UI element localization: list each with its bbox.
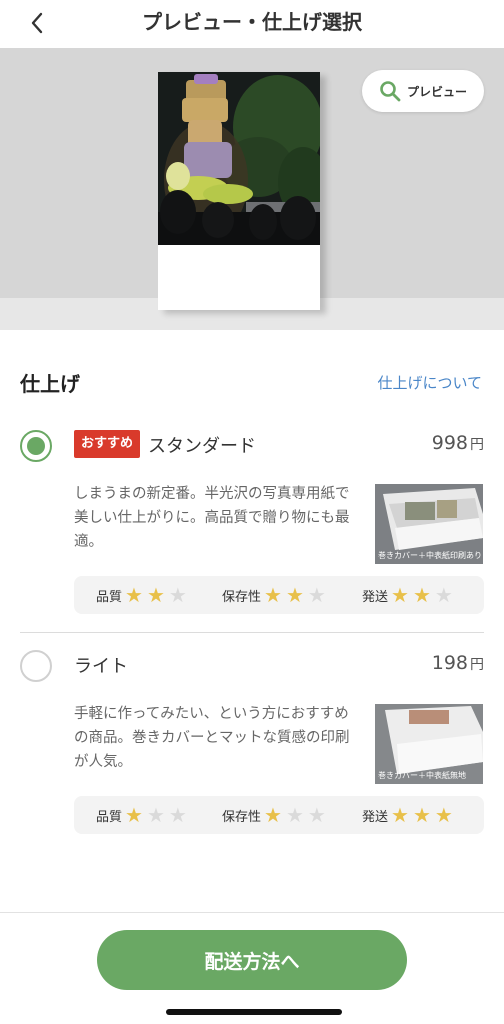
ratings-bar: 品質 ★ ★ ★ 保存性 ★ ★ ★ 発送 ★ ★ ★ (74, 576, 484, 614)
star-filled-icon: ★ (285, 582, 304, 607)
nav-bar: プレビュー・仕上げ選択 (0, 0, 504, 48)
star-empty-icon: ★ (307, 582, 326, 607)
rating-durability: 保存性 ★ ★ ★ (222, 796, 330, 834)
star-filled-icon: ★ (125, 802, 143, 827)
option-price: 198 円 (432, 652, 484, 674)
star-empty-icon: ★ (168, 802, 187, 827)
star-filled-icon: ★ (434, 802, 453, 827)
star-filled-icon: ★ (412, 582, 431, 607)
rating-shipping: 発送 ★ ★ ★ (362, 796, 457, 834)
preview-button[interactable]: プレビュー (362, 70, 484, 112)
star-empty-icon: ★ (168, 582, 187, 607)
thumbnail-caption: 巻きカバー＋中表紙印刷あり (378, 551, 482, 560)
home-indicator (166, 1009, 342, 1015)
rating-label: 品質 (96, 809, 123, 825)
price-currency: 円 (470, 437, 484, 453)
price-value: 198 (431, 652, 468, 674)
option-thumbnail: 巻きカバー＋中表紙印刷あり (375, 484, 483, 564)
rating-label: 発送 (362, 589, 389, 605)
rating-quality: 品質 ★ ★ ★ (96, 796, 191, 834)
star-rating: ★ ★ ★ (391, 805, 457, 826)
star-empty-icon: ★ (146, 802, 165, 827)
rating-label: 保存性 (222, 589, 262, 605)
option-name: ライト (74, 656, 128, 677)
radio-light[interactable] (20, 650, 52, 682)
proceed-to-shipping-button[interactable]: 配送方法へ (97, 930, 407, 990)
price-value: 998 (431, 432, 468, 454)
star-filled-icon: ★ (125, 582, 143, 607)
star-rating: ★ ★ ★ (264, 805, 330, 826)
option-name: スタンダード (148, 436, 256, 457)
option-price: 998 円 (432, 432, 484, 454)
recommended-badge: おすすめ (74, 430, 141, 458)
star-filled-icon: ★ (391, 582, 409, 607)
option-description: しまうまの新定番。半光沢の写真専用紙で美しい仕上がりに。高品質で贈り物にも最適。 (74, 486, 350, 550)
rating-label: 発送 (362, 809, 389, 825)
rating-durability: 保存性 ★ ★ ★ (222, 576, 330, 614)
star-filled-icon: ★ (264, 802, 282, 827)
ratings-bar: 品質 ★ ★ ★ 保存性 ★ ★ ★ 発送 ★ ★ ★ (74, 796, 484, 834)
star-rating: ★ ★ ★ (125, 585, 191, 606)
rating-label: 品質 (96, 589, 123, 605)
star-filled-icon: ★ (412, 802, 431, 827)
page-title: プレビュー・仕上げ選択 (142, 10, 362, 34)
rating-label: 保存性 (222, 809, 262, 825)
star-rating: ★ ★ ★ (391, 585, 457, 606)
footer-bar: 配送方法へ (0, 912, 504, 1024)
star-filled-icon: ★ (264, 582, 282, 607)
thumbnail-caption: 巻きカバー＋中表紙無地 (378, 771, 466, 780)
star-empty-icon: ★ (307, 802, 326, 827)
star-filled-icon: ★ (391, 802, 409, 827)
section-title: 仕上げ (20, 372, 80, 396)
star-empty-icon: ★ (285, 802, 304, 827)
star-rating: ★ ★ ★ (125, 805, 191, 826)
search-icon (380, 81, 401, 102)
star-empty-icon: ★ (434, 582, 453, 607)
star-filled-icon: ★ (146, 582, 165, 607)
about-finish-link[interactable]: 仕上げについて (377, 372, 482, 393)
radio-standard[interactable] (20, 430, 52, 462)
option-description: 手軽に作ってみたい、という方におすすめの商品。巻きカバーとマットな質感の印刷が人… (74, 706, 350, 770)
divider (20, 632, 484, 633)
cover-photo (158, 72, 320, 245)
option-thumbnail: 巻きカバー＋中表紙無地 (375, 704, 483, 784)
book-preview-area: プレビュー (0, 48, 504, 330)
price-currency: 円 (470, 657, 484, 673)
star-rating: ★ ★ ★ (264, 585, 330, 606)
rating-quality: 品質 ★ ★ ★ (96, 576, 191, 614)
book-cover-preview[interactable] (158, 72, 320, 310)
rating-shipping: 発送 ★ ★ ★ (362, 576, 457, 614)
preview-button-label: プレビュー (406, 84, 467, 99)
